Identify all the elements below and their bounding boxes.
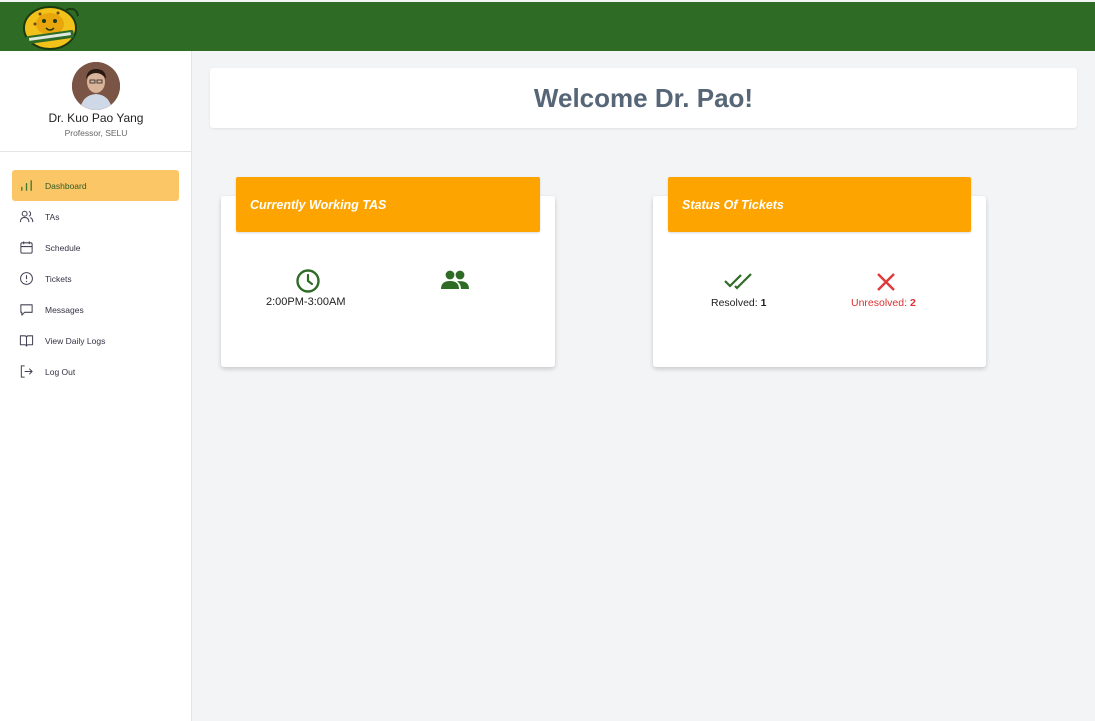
x-icon (876, 272, 896, 292)
sidebar-item-view-daily-logs[interactable]: View Daily Logs (12, 325, 179, 356)
sidebar-item-label: Log Out (45, 366, 76, 377)
resolved-label: Resolved: (711, 297, 758, 309)
working-tas-card-header: Currently Working TAS (236, 177, 540, 232)
sidebar-item-tickets[interactable]: Tickets (12, 263, 179, 294)
profile-name: Dr. Kuo Pao Yang (48, 111, 144, 125)
welcome-banner: Welcome Dr. Pao! (210, 68, 1077, 128)
profile-section: Dr. Kuo Pao Yang Professor, SELU (0, 51, 191, 152)
bar-chart-icon (18, 178, 34, 194)
sidebar-item-label: Dashboard (45, 180, 87, 191)
working-hours: 2:00PM-3:00AM (266, 296, 346, 308)
unresolved-status: Unresolved: 2 (851, 297, 916, 309)
users-icon (18, 209, 34, 225)
welcome-title: Welcome Dr. Pao! (533, 82, 754, 113)
sidebar-item-tas[interactable]: TAs (12, 201, 179, 232)
logout-icon (18, 364, 34, 380)
resolved-status: Resolved: 1 (711, 297, 766, 309)
clock-icon (295, 268, 321, 294)
double-check-icon (723, 272, 755, 290)
user-avatar[interactable] (72, 62, 120, 110)
unresolved-label: Unresolved: (851, 297, 908, 309)
people-icon[interactable] (440, 269, 470, 293)
sidebar-nav: Dashboard TAs Schedule Tickets Messages (12, 170, 179, 387)
sidebar-item-label: View Daily Logs (45, 335, 106, 346)
book-icon (18, 333, 34, 349)
sidebar: Dr. Kuo Pao Yang Professor, SELU Dashboa… (0, 51, 192, 721)
sidebar-item-dashboard[interactable]: Dashboard (12, 170, 179, 201)
unresolved-count: 2 (909, 297, 916, 309)
message-icon (18, 302, 34, 318)
resolved-count: 1 (760, 297, 767, 309)
jaguar-mascot-logo[interactable] (20, 4, 84, 50)
sidebar-item-log-out[interactable]: Log Out (12, 356, 179, 387)
sidebar-item-label: Tickets (45, 273, 72, 284)
card-title: Status Of Tickets (682, 197, 784, 212)
card-title: Currently Working TAS (250, 197, 387, 212)
sidebar-item-label: TAs (45, 211, 60, 222)
calendar-icon (18, 240, 34, 256)
sidebar-item-schedule[interactable]: Schedule (12, 232, 179, 263)
sidebar-item-label: Schedule (45, 242, 81, 253)
ticket-status-card-header: Status Of Tickets (668, 177, 971, 232)
top-bar (0, 2, 1095, 51)
sidebar-item-label: Messages (45, 304, 84, 315)
alert-circle-icon (18, 271, 34, 287)
profile-role: Professor, SELU (64, 128, 128, 138)
sidebar-item-messages[interactable]: Messages (12, 294, 179, 325)
